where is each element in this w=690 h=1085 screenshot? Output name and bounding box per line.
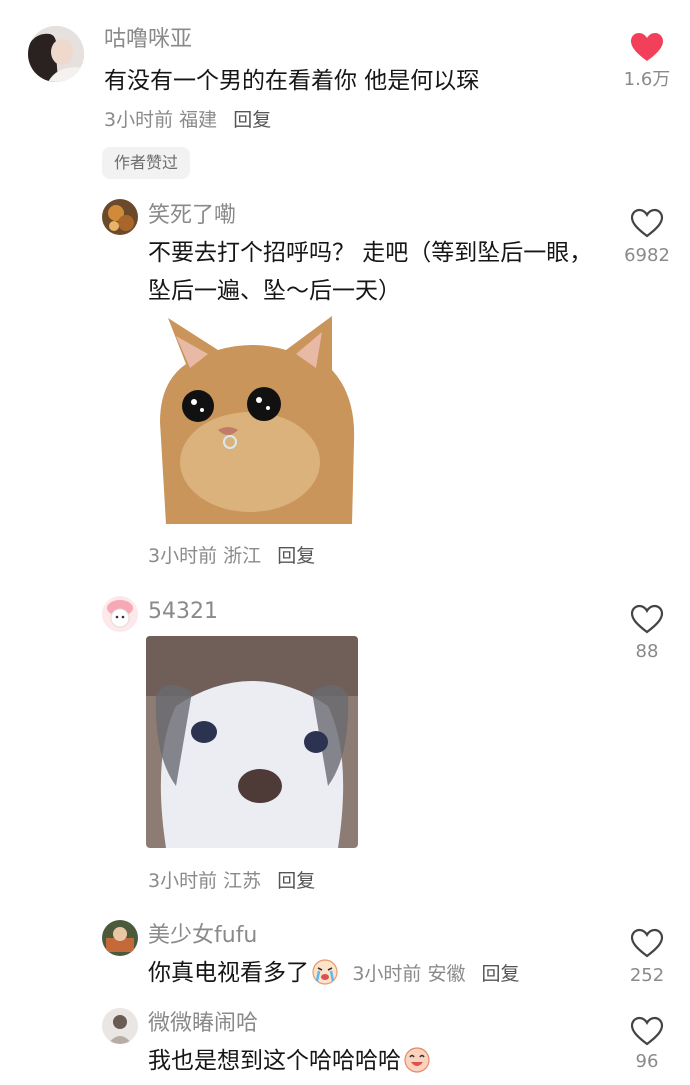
reply-button[interactable]: 回复 — [233, 109, 271, 131]
comment-text-row: 你真电视看多了 3小时前 安徽 回复 — [148, 954, 520, 997]
like-button[interactable]: 96 — [612, 1016, 682, 1074]
comment-meta: 3小时前 福建 回复 — [104, 107, 271, 133]
like-count: 1.6万 — [623, 69, 671, 90]
comment-text: 我也是想到这个哈哈哈哈 — [148, 1048, 401, 1074]
comment-username[interactable]: 笑死了嘞 — [148, 202, 236, 230]
comment-location: 福建 — [179, 109, 218, 131]
comment-text-row: 我也是想到这个哈哈哈哈 — [148, 1042, 431, 1085]
reply-button[interactable]: 回复 — [277, 545, 315, 567]
comment-username[interactable]: 咕噜咪亚 — [104, 26, 192, 54]
comment-location: 浙江 — [223, 545, 262, 567]
comment-username[interactable]: 54321 — [148, 598, 218, 626]
like-count: 88 — [635, 641, 659, 662]
like-count: 96 — [635, 1051, 659, 1072]
like-button[interactable]: 88 — [612, 604, 682, 664]
comment-text: 你真电视看多了 — [148, 960, 309, 986]
comment-location: 江苏 — [223, 870, 262, 892]
comment-time: 3小时前 — [148, 545, 218, 567]
comment-location: 安徽 — [427, 963, 466, 985]
avatar[interactable] — [102, 596, 138, 632]
comment-text: 有没有一个男的在看着你 他是何以琛 — [104, 68, 480, 94]
like-button[interactable]: 252 — [612, 928, 682, 988]
heart-outline-icon — [630, 1016, 664, 1046]
comment-meta: 3小时前 浙江 回复 — [148, 543, 315, 569]
like-count: 6982 — [624, 245, 670, 266]
like-count: 252 — [629, 965, 665, 986]
laughing-emoji-icon — [403, 1045, 431, 1085]
comment-meta: 3小时前 江苏 回复 — [148, 868, 315, 894]
avatar[interactable] — [28, 26, 84, 82]
blurry-puppy-sticker[interactable] — [146, 636, 358, 848]
crying-emoji-icon — [311, 957, 339, 997]
comment-time: 3小时前 — [104, 109, 174, 131]
heart-outline-icon — [630, 208, 664, 238]
reply-button[interactable]: 回复 — [277, 870, 315, 892]
author-liked-badge: 作者赞过 — [102, 147, 191, 179]
crying-cat-sticker[interactable] — [146, 312, 358, 524]
avatar[interactable] — [102, 1008, 138, 1044]
heart-outline-icon — [630, 604, 664, 634]
reply-button[interactable]: 回复 — [482, 963, 520, 985]
like-button[interactable]: 6982 — [612, 208, 682, 268]
comment-username[interactable]: 微微睶闹哈 — [148, 1010, 258, 1038]
avatar[interactable] — [102, 920, 138, 956]
comment-username[interactable]: 美少女fufu — [148, 922, 257, 950]
like-button[interactable]: 1.6万 — [612, 32, 682, 92]
comment-time: 3小时前 — [148, 870, 218, 892]
heart-filled-icon — [631, 33, 663, 61]
avatar[interactable] — [102, 199, 138, 235]
comment-text: 不要去打个招呼吗？ 走吧（等到坠后一眼，坠后一遍、坠～后一天） — [148, 240, 593, 304]
comment-time: 3小时前 — [352, 963, 422, 985]
heart-outline-icon — [630, 928, 664, 958]
